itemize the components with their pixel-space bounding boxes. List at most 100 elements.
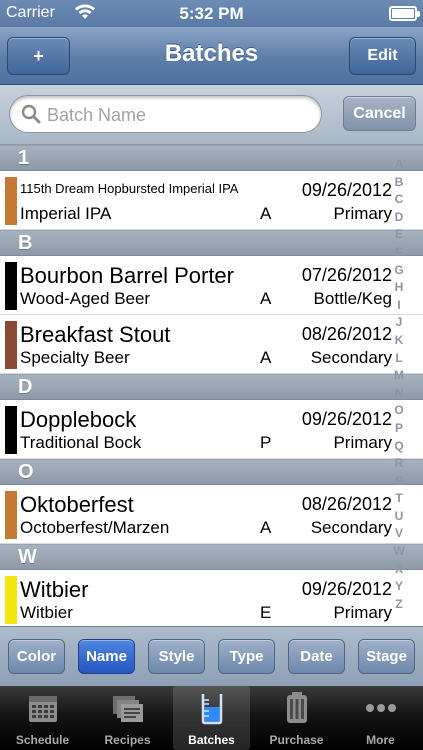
- index-letter[interactable]: N: [395, 387, 404, 399]
- alphabet-index[interactable]: ABCDEFGHIJKLMNOPQRSTUVWXYZ: [392, 158, 406, 610]
- more-icon: [365, 704, 396, 712]
- tab-batches[interactable]: Batches: [173, 686, 250, 750]
- status-bar: Carrier 5:32 PM: [0, 0, 423, 27]
- edit-button[interactable]: Edit: [349, 37, 416, 75]
- index-letter[interactable]: F: [395, 246, 402, 258]
- batch-date: 09/26/2012: [301, 180, 392, 200]
- batch-grade: A: [260, 518, 272, 537]
- beaker-icon: [201, 694, 222, 725]
- index-letter[interactable]: E: [395, 228, 403, 240]
- batch-date: 07/26/2012: [301, 265, 392, 285]
- batch-style: Witbier: [20, 603, 73, 622]
- index-letter[interactable]: U: [395, 510, 404, 522]
- batch-style: Traditional Bock: [20, 433, 142, 452]
- keg-icon: [286, 692, 307, 723]
- index-letter[interactable]: Y: [395, 580, 403, 592]
- batch-date: 08/26/2012: [301, 494, 392, 514]
- batch-date: 09/26/2012: [301, 409, 392, 429]
- table-row[interactable]: Dopplebock 09/26/2012 Traditional Bock P…: [0, 400, 423, 459]
- tab-label: More: [366, 733, 395, 747]
- batch-stage: Secondary: [310, 348, 392, 367]
- batch-date: 08/26/2012: [301, 324, 392, 344]
- table-row[interactable]: Witbier 09/26/2012 Witbier E Primary: [0, 570, 423, 626]
- batch-list[interactable]: 1 115th Dream Hopbursted Imperial IPA 09…: [0, 145, 423, 626]
- index-letter[interactable]: M: [394, 369, 404, 381]
- battery-icon: [389, 6, 420, 21]
- index-letter[interactable]: P: [395, 422, 403, 434]
- tab-schedule[interactable]: Schedule: [4, 686, 81, 750]
- tab-label: Recipes: [104, 733, 151, 747]
- sort-stage-button[interactable]: Stage: [358, 639, 415, 674]
- sort-date-button[interactable]: Date: [288, 639, 345, 674]
- color-swatch: [5, 177, 17, 225]
- section-header: D: [0, 374, 423, 400]
- color-swatch: [5, 321, 17, 369]
- batch-style: Imperial IPA: [20, 204, 112, 223]
- tab-recipes[interactable]: Recipes: [89, 686, 166, 750]
- table-row[interactable]: Breakfast Stout 08/26/2012 Specialty Bee…: [0, 315, 423, 374]
- index-letter[interactable]: H: [395, 281, 404, 293]
- batch-style: Specialty Beer: [20, 348, 130, 367]
- search-bar: Cancel: [0, 85, 423, 145]
- index-letter[interactable]: B: [395, 176, 404, 188]
- color-swatch: [5, 491, 17, 539]
- tab-bar: Schedule Recipes Batches Purchase More: [0, 686, 423, 750]
- index-letter[interactable]: A: [395, 158, 404, 170]
- sort-toolbar: Color Name Style Type Date Stage: [0, 626, 423, 686]
- batch-name: 115th Dream Hopbursted Imperial IPA: [20, 181, 239, 196]
- search-icon: [21, 104, 41, 124]
- index-letter[interactable]: X: [395, 563, 403, 575]
- index-letter[interactable]: L: [395, 352, 402, 364]
- index-letter[interactable]: I: [397, 299, 400, 311]
- index-letter[interactable]: R: [395, 457, 404, 469]
- index-letter[interactable]: S: [395, 475, 403, 487]
- batch-name: Witbier: [20, 577, 89, 602]
- status-time: 5:32 PM: [179, 4, 244, 23]
- table-row[interactable]: Bourbon Barrel Porter 07/26/2012 Wood-Ag…: [0, 256, 423, 315]
- batch-grade: A: [260, 289, 272, 308]
- section-header: O: [0, 459, 423, 485]
- index-letter[interactable]: V: [395, 527, 403, 539]
- batch-name: Dopplebock: [20, 407, 137, 432]
- batch-grade: P: [260, 433, 272, 452]
- batch-stage: Secondary: [310, 518, 392, 537]
- search-field[interactable]: [9, 95, 322, 133]
- color-swatch: [5, 406, 17, 454]
- batch-name: Bourbon Barrel Porter: [20, 263, 234, 288]
- batch-grade: E: [260, 603, 272, 622]
- index-letter[interactable]: Q: [394, 440, 403, 452]
- batch-grade: A: [260, 348, 272, 367]
- table-row[interactable]: 115th Dream Hopbursted Imperial IPA 09/2…: [0, 171, 423, 230]
- index-letter[interactable]: J: [396, 316, 403, 328]
- cancel-button[interactable]: Cancel: [343, 96, 416, 131]
- sort-color-button[interactable]: Color: [8, 639, 65, 674]
- batch-name: Breakfast Stout: [20, 322, 171, 347]
- tab-label: Schedule: [15, 733, 70, 747]
- search-input[interactable]: [47, 102, 307, 128]
- batch-stage: Primary: [333, 204, 392, 223]
- batch-grade: A: [260, 204, 272, 223]
- index-letter[interactable]: W: [393, 545, 404, 557]
- sort-type-button[interactable]: Type: [218, 639, 275, 674]
- navigation-bar: + Batches Edit: [0, 27, 423, 85]
- sort-style-button[interactable]: Style: [148, 639, 205, 674]
- batch-name: Oktoberfest: [20, 492, 134, 517]
- index-letter[interactable]: D: [395, 211, 404, 223]
- index-letter[interactable]: C: [395, 193, 404, 205]
- section-header: W: [0, 544, 423, 570]
- batch-stage: Primary: [333, 603, 392, 622]
- index-letter[interactable]: O: [394, 404, 403, 416]
- batch-stage: Primary: [333, 433, 392, 452]
- recipes-icon: [112, 696, 143, 722]
- tab-purchase[interactable]: Purchase: [258, 686, 335, 750]
- tab-more[interactable]: More: [342, 686, 419, 750]
- sort-name-button[interactable]: Name: [78, 639, 135, 674]
- calendar-icon: [28, 696, 57, 722]
- section-header: 1: [0, 145, 423, 171]
- index-letter[interactable]: K: [395, 334, 404, 346]
- index-letter[interactable]: Z: [395, 598, 402, 610]
- index-letter[interactable]: T: [395, 492, 402, 504]
- batch-date: 09/26/2012: [301, 579, 392, 599]
- table-row[interactable]: Oktoberfest 08/26/2012 Octoberfest/Marze…: [0, 485, 423, 544]
- index-letter[interactable]: G: [394, 264, 403, 276]
